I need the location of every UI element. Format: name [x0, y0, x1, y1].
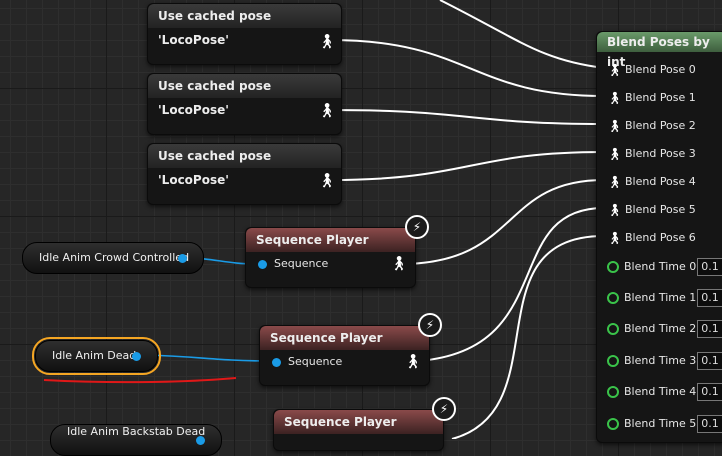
person-pose-icon: 🚶︎: [607, 203, 623, 217]
pin-label: Blend Time 5: [624, 417, 697, 430]
variable-node-idle-anim-crowd-controlled[interactable]: Idle Anim Crowd Controlled: [22, 242, 204, 274]
float-pin-icon[interactable]: [607, 418, 619, 430]
person-pose-icon: 🚶︎: [607, 147, 623, 161]
pose-wire: [417, 207, 605, 362]
sequence-pin[interactable]: [272, 358, 281, 367]
blend-time-input[interactable]: 0.1: [697, 352, 722, 370]
lightning-bolt-icon: ⚡︎: [432, 397, 456, 421]
blend-time-input[interactable]: 0.1: [697, 258, 722, 276]
pin-label: Blend Time 0: [624, 260, 697, 273]
variable-output-pin[interactable]: [132, 352, 141, 361]
blend-time-input[interactable]: 0.1: [697, 320, 722, 338]
pin-label: Blend Pose 2: [625, 119, 696, 132]
pin-label: Sequence: [274, 257, 329, 270]
person-pose-icon[interactable]: 🚶︎: [404, 355, 422, 369]
cached-pose-node[interactable]: Use cached pose 'LocoPose' 🚶︎: [147, 3, 342, 65]
cached-pose-node[interactable]: Use cached pose 'LocoPose' 🚶︎: [147, 143, 342, 205]
variable-node-idle-anim-backstab-dead[interactable]: Idle Anim Backstab Dead: [50, 424, 222, 456]
variable-label: Idle Anim Crowd Controlled: [39, 251, 190, 264]
blend-time-input[interactable]: 0.1: [697, 415, 722, 433]
pin-label: Blend Time 3: [624, 354, 697, 367]
pin-label: Blend Pose 3: [625, 147, 696, 160]
pose-wire: [399, 179, 605, 265]
variable-output-pin[interactable]: [178, 254, 187, 263]
pin-label: Blend Pose 5: [625, 203, 696, 216]
float-pin-icon[interactable]: [607, 323, 619, 335]
sequence-player-node[interactable]: Sequence Player: [273, 409, 444, 451]
variable-output-pin[interactable]: [196, 436, 205, 445]
person-pose-icon: 🚶︎: [607, 91, 623, 105]
lightning-bolt-icon: ⚡︎: [418, 313, 442, 337]
node-title: Sequence Player: [260, 326, 429, 350]
node-title: Blend Poses by int: [597, 32, 722, 69]
pin-label: Blend Time 4: [624, 385, 697, 398]
person-pose-icon[interactable]: 🚶︎: [318, 35, 336, 49]
lightning-bolt-icon: ⚡︎: [405, 215, 429, 239]
sequence-player-node[interactable]: Sequence Player Sequence 🚶︎: [259, 325, 430, 386]
pin-label: Blend Time 1: [624, 291, 697, 304]
float-pin-icon[interactable]: [607, 355, 619, 367]
blend-time-input[interactable]: 0.1: [697, 289, 722, 307]
person-pose-icon[interactable]: 🚶︎: [390, 257, 408, 271]
person-pose-icon[interactable]: 🚶︎: [318, 174, 336, 188]
person-pose-icon[interactable]: 🚶︎: [318, 104, 336, 118]
sequence-pin[interactable]: [258, 260, 267, 269]
pin-label: Blend Pose 4: [625, 175, 696, 188]
node-title: Use cached pose 'LocoPose': [148, 4, 341, 47]
node-title: Use cached pose 'LocoPose': [148, 144, 341, 187]
pose-wire: [439, 0, 605, 69]
person-pose-icon: 🚶︎: [607, 63, 623, 77]
person-pose-icon: 🚶︎: [607, 231, 623, 245]
variable-label: Idle Anim Dead: [52, 349, 137, 362]
variable-label: Idle Anim Backstab Dead: [67, 425, 206, 438]
blend-time-input[interactable]: 0.1: [697, 383, 722, 401]
red-underline-annotation: [43, 377, 237, 384]
cached-pose-node[interactable]: Use cached pose 'LocoPose' 🚶︎: [147, 73, 342, 135]
pin-label: Blend Pose 1: [625, 91, 696, 104]
pin-label: Blend Pose 0: [625, 63, 696, 76]
node-title: Sequence Player: [246, 228, 415, 252]
variable-node-idle-anim-dead[interactable]: Idle Anim Dead: [32, 337, 161, 375]
pin-label: Blend Pose 6: [625, 231, 696, 244]
sequence-player-node[interactable]: Sequence Player Sequence 🚶︎: [245, 227, 416, 288]
blend-poses-by-int-node[interactable]: Blend Poses by int 🚶︎ Blend Pose 0 🚶︎ Bl…: [596, 31, 722, 443]
node-title: Sequence Player: [274, 410, 443, 434]
float-pin-icon[interactable]: [607, 386, 619, 398]
float-pin-icon[interactable]: [607, 261, 619, 273]
pose-wire: [329, 109, 605, 125]
person-pose-icon: 🚶︎: [607, 119, 623, 133]
pose-wire: [329, 151, 605, 181]
pin-label: Blend Time 2: [624, 322, 697, 335]
node-title: Use cached pose 'LocoPose': [148, 74, 341, 117]
pose-wire: [329, 39, 605, 97]
pin-label: Sequence: [288, 355, 343, 368]
float-pin-icon[interactable]: [607, 292, 619, 304]
pose-wire: [451, 235, 605, 439]
person-pose-icon: 🚶︎: [607, 175, 623, 189]
